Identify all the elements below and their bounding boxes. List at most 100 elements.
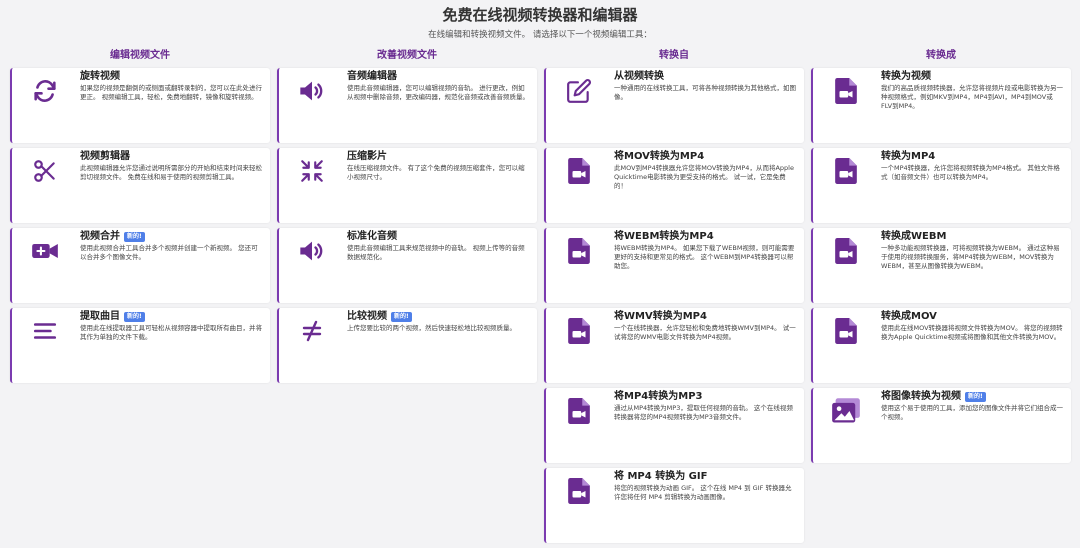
card-title[interactable]: 比较视频 新的! [347,311,529,323]
video-file-icon [564,396,594,426]
video-file-icon [831,156,861,186]
compress-icon [297,156,327,186]
card-description: 将您的视频转换为动画 GIF。 这个在线 MP4 到 GIF 转换器允许您将任何… [614,484,792,501]
card-title[interactable]: 将图像转换为视频 新的! [881,391,1063,403]
card-title-text: 从视频转换 [614,71,664,82]
card-title-text: 音频编辑器 [347,71,397,82]
page-header: 免费在线视频转换器和编辑器 在线编辑和转换视频文件。 请选择以下一个视频编辑工具… [0,0,1080,41]
tool-card[interactable]: 视频剪辑器此视频编辑器允许您通过说明所需部分的开始和结束时间来轻松剪切视频文件。… [10,148,270,223]
card-title[interactable]: 将MP4转换为MP3 [614,391,796,403]
tool-card[interactable]: 比较视频 新的! 上传您要比较的两个视频，然后快速轻松地比较视频质量。 [277,308,537,383]
tool-card[interactable]: 标准化音频使用此音频编辑工具来规范视频中的音轨。 视频上传等的音频数据规范化。 [277,228,537,303]
column-1: 编辑视频文件旋转视频 如果您的视频是翻倒的或侧面或翻转录制的，您可以在此处进行更正… [10,49,270,388]
card-title[interactable]: 标准化音频 [347,231,529,243]
tool-card[interactable]: 转换成MOV 使用此在线MOV转换器将视频文件转换为MOV。 将您的视频转换为Ap… [811,308,1071,383]
card-title-text: 将WEBM转换为MP4 [614,231,714,242]
card-title-text: 将MP4转换为MP3 [614,391,703,402]
new-badge: 新的! [965,392,986,402]
tool-card[interactable]: 将 MP4 转换为 GIF 将您的视频转换为动画 GIF。 这个在线 MP4 到 … [544,468,804,543]
card-title[interactable]: 从视频转换 [614,71,796,83]
card-title[interactable]: 音频编辑器 [347,71,529,83]
card-title-text: 转换成MOV [881,311,937,322]
card-description: 使用此音频编辑工具来规范视频中的音轨。 视频上传等的音频数据规范化。 [347,244,525,261]
card-title[interactable]: 压缩影片 [347,151,529,163]
card-title-text: 压缩影片 [347,151,387,162]
column-heading: 转换成 [926,50,956,61]
card-title[interactable]: 旋转视频 [80,71,262,83]
video-file-icon [564,236,594,266]
tool-card[interactable]: 转换为视频我们的高品质视频转换器，允许您将视频片段或电影转换为另一种视频格式，例… [811,68,1071,143]
card-body: 标准化音频使用此音频编辑工具来规范视频中的音轨。 视频上传等的音频数据规范化。 [347,231,529,262]
page-subtitle: 在线编辑和转换视频文件。 请选择以下一个视频编辑工具： [428,30,652,40]
tool-card[interactable]: 将图像转换为视频 新的! 使用这个易于使用的工具，添加您的图像文件并将它们组合成一个… [811,388,1071,463]
tool-card[interactable]: 转换成WEBM 一种多功能视频转换器，可将视频转换为WEBM。 通过这种易于使用的… [811,228,1071,303]
card-body: 压缩影片 在线压缩视频文件。 有了这个免费的视频压缩套件，您可以缩小视频尺寸。 [347,151,529,182]
edit-icon [564,76,594,106]
tool-card[interactable]: 音频编辑器使用此音频编辑器，您可以编辑视频的音轨。 进行更改，例如从视频中删除音… [277,68,537,143]
card-title[interactable]: 将 MP4 转换为 GIF [614,471,796,483]
card-description: 此视频编辑器允许您通过说明所需部分的开始和结束时间来轻松剪切视频文件。 免费在线… [80,164,262,181]
tool-card[interactable]: 将MP4转换为MP3 通过从MP4转换为MP3，提取任何视频的音轨。 这个在线视频… [544,388,804,463]
card-description: 使用此在线提取器工具可轻松从视频容器中提取所有曲目，并将其作为单独的文件下载。 [80,324,262,341]
card-title[interactable]: 视频合并 新的! [80,231,262,243]
card-body: 旋转视频 如果您的视频是翻倒的或侧面或翻转录制的，您可以在此处进行更正。 视频编辑… [80,71,262,102]
tool-card[interactable]: 旋转视频 如果您的视频是翻倒的或侧面或翻转录制的，您可以在此处进行更正。 视频编辑… [10,68,270,143]
card-description: 如果您的视频是翻倒的或侧面或翻转录制的，您可以在此处进行更正。 视频编辑工具，轻… [80,84,262,101]
tool-card[interactable]: 压缩影片 在线压缩视频文件。 有了这个免费的视频压缩套件，您可以缩小视频尺寸。 [277,148,537,223]
tool-card[interactable]: 将WEBM转换为MP4 将WEBM转换为MP4。 如果您下载了WEBM视频，则可能… [544,228,804,303]
card-body: 将WEBM转换为MP4 将WEBM转换为MP4。 如果您下载了WEBM视频，则可能… [614,231,796,271]
card-title-text: 将 MP4 转换为 GIF [614,471,708,482]
new-badge: 新的! [124,232,145,242]
card-description: 我们的高品质视频转换器，允许您将视频片段或电影转换为另一种视频格式，例如MKV到… [881,84,1063,110]
video-add-icon [30,236,60,266]
card-description: 一个MP4转换器，允许您将视频转换为MP4格式。 其他文件格式（如音频文件）也可… [881,164,1060,181]
card-body: 从视频转换一种通用的在线转换工具，可将各种视频转换为其他格式，如图像。 [614,71,796,102]
column-4: 转换成转换为视频我们的高品质视频转换器，允许您将视频片段或电影转换为另一种视频格… [811,49,1071,468]
card-description: 使用此音频编辑器，您可以编辑视频的音轨。 进行更改，例如从视频中删除音频，更改编… [347,84,529,101]
card-title[interactable]: 提取曲目 新的! [80,311,262,323]
column-2: 改善视频文件 音频编辑器 使用此音频编辑器，您可以编辑视频的音轨。 进行更改，例如从… [277,49,537,388]
card-title-text: 将图像转换为视频 [881,391,961,402]
card-body: 视频剪辑器此视频编辑器允许您通过说明所需部分的开始和结束时间来轻松剪切视频文件。… [80,151,262,182]
speaker-icon [297,236,327,266]
card-description: 一种多功能视频转换器，可将视频转换为WEBM。 通过这种易于使用的视频转换服务，… [881,244,1060,270]
card-body: 将 MP4 转换为 GIF 将您的视频转换为动画 GIF。 这个在线 MP4 到 … [614,471,796,502]
card-title[interactable]: 转换为MP4 [881,151,1063,163]
tool-card[interactable]: 转换为MP4 一个MP4转换器，允许您将视频转换为MP4格式。 其他文件格式（如音… [811,148,1071,223]
card-body: 视频合并 新的! 使用此视频合并工具合并多个视频并创建一个新视频。 您还可以合并多个… [80,231,262,262]
card-description: 一个在线转换器，允许您轻松和免费地转换WMV到MP4。 试一试将您的WMV电影文… [614,324,796,341]
tool-card[interactable]: 将WMV转换为MP4 一个在线转换器，允许您轻松和免费地转换WMV到MP4。 试一… [544,308,804,383]
page-title: 免费在线视频转换器和编辑器 [442,6,638,24]
video-file-icon [831,236,861,266]
card-title-text: 转换为视频 [881,71,931,82]
card-title[interactable]: 将MOV转换为MP4 [614,151,796,163]
card-title[interactable]: 视频剪辑器 [80,151,262,163]
tool-card[interactable]: 从视频转换一种通用的在线转换工具，可将各种视频转换为其他格式，如图像。 [544,68,804,143]
card-title[interactable]: 将WMV转换为MP4 [614,311,796,323]
card-title[interactable]: 转换为视频 [881,71,1063,83]
card-body: 将MOV转换为MP4 此MOV到MP4转换器允许您将MOV转换为MP4，从而将Ap… [614,151,796,191]
card-description: 将WEBM转换为MP4。 如果您下载了WEBM视频，则可能需要更好的支持和更常见… [614,244,795,270]
card-description: 通过从MP4转换为MP3，提取任何视频的音轨。 这个在线视频转换器将您的MP4视… [614,404,793,421]
card-title-text: 视频剪辑器 [80,151,130,162]
card-title-text: 标准化音频 [347,231,397,242]
card-description: 此MOV到MP4转换器允许您将MOV转换为MP4，从而将Apple Quickt… [614,164,794,190]
card-body: 转换为MP4 一个MP4转换器，允许您将视频转换为MP4格式。 其他文件格式（如音… [881,151,1063,182]
list-icon [30,316,60,346]
column-heading: 编辑视频文件 [110,50,170,61]
column-heading: 转换自 [659,50,689,61]
card-title[interactable]: 将WEBM转换为MP4 [614,231,796,243]
video-file-icon [831,76,861,106]
card-title-text: 转换成WEBM [881,231,947,242]
card-description: 使用此视频合并工具合并多个视频并创建一个新视频。 您还可以合并多个图像文件。 [80,244,258,261]
tool-card[interactable]: 提取曲目 新的! 使用此在线提取器工具可轻松从视频容器中提取所有曲目，并将其作为单独… [10,308,270,383]
new-badge: 新的! [124,312,145,322]
tool-card[interactable]: 将MOV转换为MP4 此MOV到MP4转换器允许您将MOV转换为MP4，从而将Ap… [544,148,804,223]
tool-card[interactable]: 视频合并 新的! 使用此视频合并工具合并多个视频并创建一个新视频。 您还可以合并多个… [10,228,270,303]
column-3: 转换自从视频转换一种通用的在线转换工具，可将各种视频转换为其他格式，如图像。将M… [544,49,804,548]
card-title[interactable]: 转换成WEBM [881,231,1063,243]
card-title[interactable]: 转换成MOV [881,311,1063,323]
card-body: 转换为视频我们的高品质视频转换器，允许您将视频片段或电影转换为另一种视频格式，例… [881,71,1063,111]
video-file-icon [564,156,594,186]
card-description: 一种通用的在线转换工具，可将各种视频转换为其他格式，如图像。 [614,84,796,101]
